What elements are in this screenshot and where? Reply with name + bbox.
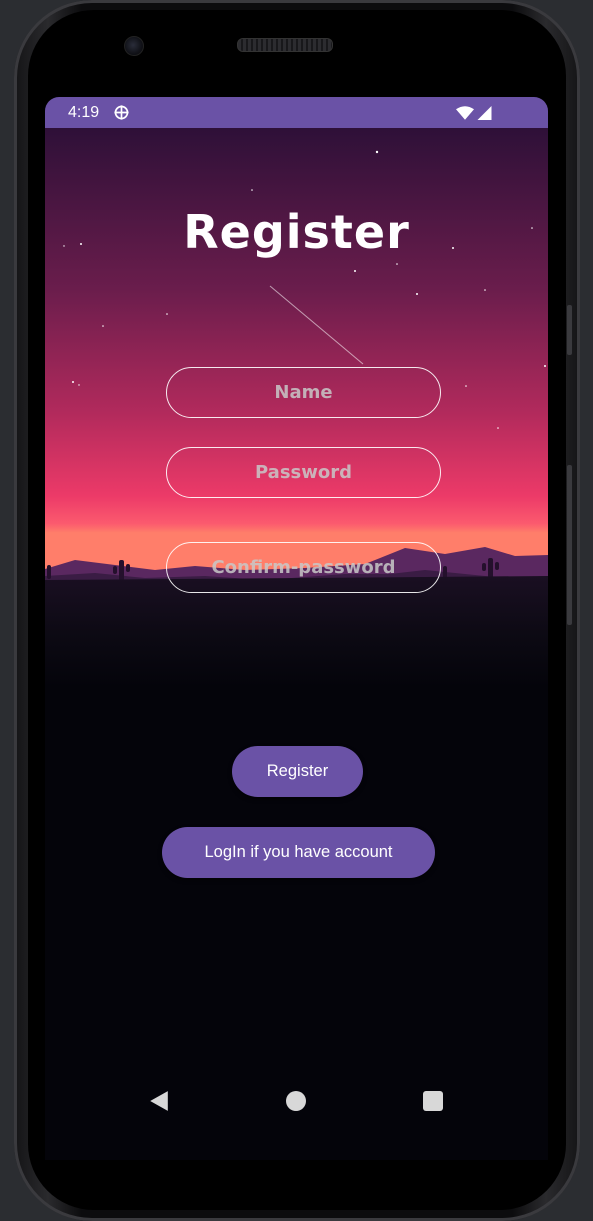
home-icon[interactable] <box>286 1091 306 1111</box>
status-bar: 4:19 <box>45 97 548 128</box>
confirm-password-input[interactable]: Confirm-password <box>166 542 441 593</box>
power-button <box>567 305 572 355</box>
status-time: 4:19 <box>68 104 100 121</box>
login-button[interactable]: LogIn if you have account <box>162 827 435 878</box>
wifi-icon <box>456 106 474 120</box>
front-camera <box>124 36 144 56</box>
settings-gear-icon <box>114 105 129 120</box>
back-icon[interactable] <box>148 1090 170 1112</box>
name-input[interactable]: Name <box>166 367 441 418</box>
app-screen: 4:19 Register Name Password Confirm-pass… <box>45 97 548 1160</box>
register-button[interactable]: Register <box>232 746 363 797</box>
earpiece-speaker <box>237 38 333 52</box>
page-title: Register <box>183 205 410 259</box>
recents-icon[interactable] <box>423 1091 443 1111</box>
cell-signal-icon <box>477 106 492 120</box>
volume-button <box>567 465 572 625</box>
password-input[interactable]: Password <box>166 447 441 498</box>
system-nav-bar <box>45 1068 548 1134</box>
